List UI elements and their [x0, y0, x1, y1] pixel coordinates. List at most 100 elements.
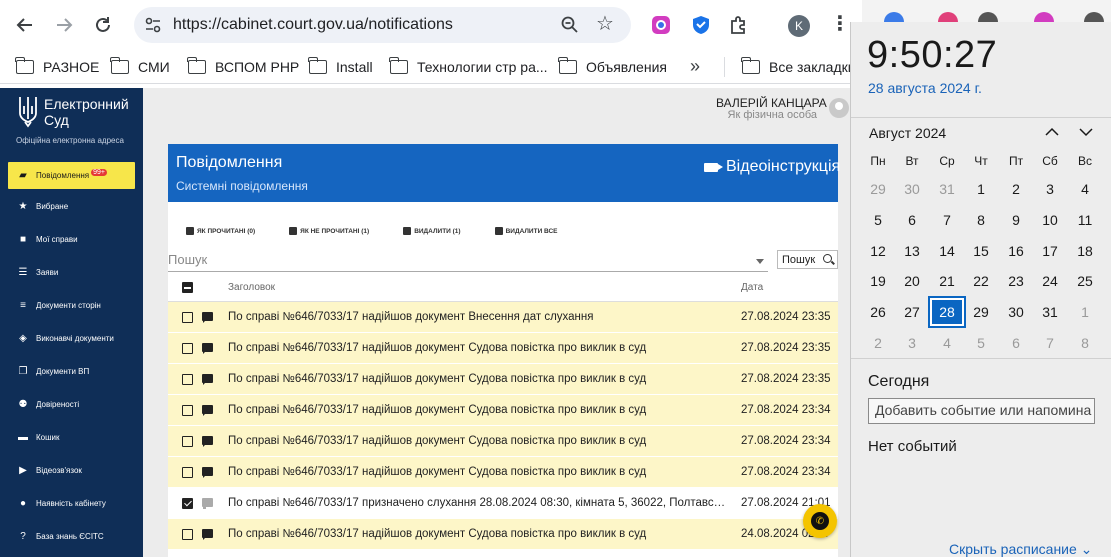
browser-menu-icon[interactable]: ⋮: [830, 12, 850, 36]
calendar-day[interactable]: 1: [1068, 298, 1102, 326]
calendar-day[interactable]: 10: [1033, 206, 1067, 234]
calendar-day[interactable]: 31: [1033, 298, 1067, 326]
chevron-down-icon[interactable]: [1078, 125, 1094, 139]
row-subject[interactable]: По справі №646/7033/17 надійшов документ…: [228, 404, 728, 416]
delete-all-button[interactable]: ВИДАЛИТИ ВСЕ: [494, 227, 558, 235]
calendar-month[interactable]: Август 2024: [869, 125, 946, 141]
calendar-day[interactable]: 2: [999, 175, 1033, 203]
add-event-input[interactable]: Добавить событие или напомина: [868, 398, 1095, 424]
sidebar-item-my-cases[interactable]: ■ Мої справи: [8, 226, 135, 253]
bookmark-folder[interactable]: Технологии стр ра...: [389, 57, 548, 77]
table-row[interactable]: По справі №646/7033/17 надійшов документ…: [168, 364, 838, 395]
sidebar-item-power-of-attorney[interactable]: ⚉ Довіреності: [8, 391, 135, 418]
row-checkbox[interactable]: [182, 343, 193, 354]
forward-icon[interactable]: [49, 10, 79, 40]
sidebar-item-vp-documents[interactable]: ❐ Документи ВП: [8, 358, 135, 385]
calendar-day[interactable]: 29: [964, 298, 998, 326]
row-checkbox[interactable]: [182, 467, 193, 478]
delete-button[interactable]: ВИДАЛИТИ (1): [403, 227, 461, 235]
profile-avatar[interactable]: K: [788, 15, 810, 37]
calendar-day[interactable]: 4: [930, 329, 964, 357]
user-name[interactable]: ВАЛЕРІЙ КАНЦАРА: [716, 96, 827, 110]
calendar-day[interactable]: 9: [999, 206, 1033, 234]
calendar-day[interactable]: 14: [930, 237, 964, 265]
search-button[interactable]: Пошук: [777, 250, 838, 269]
chevron-up-icon[interactable]: [1044, 125, 1060, 139]
clock-date[interactable]: 28 августа 2024 г.: [868, 80, 982, 96]
calendar-day[interactable]: 8: [1068, 329, 1102, 357]
sidebar-item-enforcement-documents[interactable]: ◈ Виконавчі документи: [8, 325, 135, 352]
sidebar-item-trash[interactable]: ▬ Кошик: [8, 424, 135, 451]
all-bookmarks[interactable]: Все закладки: [741, 57, 856, 77]
row-checkbox[interactable]: [182, 529, 193, 540]
reload-icon[interactable]: [88, 10, 118, 40]
taskbar-app-icon[interactable]: [884, 12, 904, 22]
calendar-day[interactable]: 8: [964, 206, 998, 234]
row-checkbox[interactable]: [182, 436, 193, 447]
row-subject[interactable]: По справі №646/7033/17 надійшов документ…: [228, 466, 728, 478]
back-icon[interactable]: [10, 10, 40, 40]
calendar-day[interactable]: 29: [861, 175, 895, 203]
calendar-day[interactable]: 26: [861, 298, 895, 326]
taskbar-app-icon[interactable]: [978, 12, 998, 22]
sidebar-item-party-documents[interactable]: ≡ Документи сторін: [8, 292, 135, 319]
sidebar-item-applications[interactable]: ☰ Заяви: [8, 259, 135, 286]
row-checkbox[interactable]: [182, 498, 193, 509]
dropdown-caret-icon[interactable]: [756, 259, 764, 264]
calendar-day[interactable]: 5: [861, 206, 895, 234]
column-header-date[interactable]: Дата: [741, 282, 763, 293]
calendar-day[interactable]: 12: [861, 237, 895, 265]
calendar-day[interactable]: 20: [895, 267, 929, 295]
sidebar-item-favorites[interactable]: ★ Вибране: [8, 193, 135, 220]
calendar-day[interactable]: 2: [861, 329, 895, 357]
bookmark-folder[interactable]: РАЗНОЕ: [15, 57, 99, 77]
table-row[interactable]: По справі №646/7033/17 надійшов документ…: [168, 519, 838, 550]
sidebar-item-cabinet-presence[interactable]: ● Наявність кабінету: [8, 490, 135, 517]
calendar-day[interactable]: 15: [964, 237, 998, 265]
bookmarks-overflow-icon[interactable]: »: [690, 56, 700, 77]
table-row[interactable]: По справі №646/7033/17 призначено слухан…: [168, 488, 838, 519]
column-header-title[interactable]: Заголовок: [228, 282, 275, 293]
select-all-checkbox[interactable]: [182, 282, 193, 293]
bookmark-folder[interactable]: СМИ: [110, 57, 170, 77]
calendar-day[interactable]: 7: [1033, 329, 1067, 357]
calendar-day[interactable]: 5: [964, 329, 998, 357]
calendar-day[interactable]: 27: [895, 298, 929, 326]
calendar-day[interactable]: 6: [895, 206, 929, 234]
table-row[interactable]: По справі №646/7033/17 надійшов документ…: [168, 395, 838, 426]
calendar-day[interactable]: 23: [999, 267, 1033, 295]
calendar-day[interactable]: 30: [895, 175, 929, 203]
calendar-day[interactable]: 25: [1068, 267, 1102, 295]
row-subject[interactable]: По справі №646/7033/17 надійшов документ…: [228, 342, 728, 354]
bookmark-folder[interactable]: Объявления: [558, 57, 667, 77]
sidebar-item-video-call[interactable]: ▶ Відеозв'язок: [8, 457, 135, 484]
bookmark-folder[interactable]: Install: [308, 57, 373, 77]
row-subject[interactable]: По справі №646/7033/17 надійшов документ…: [228, 435, 728, 447]
extensions-puzzle-icon[interactable]: [728, 14, 750, 36]
row-checkbox[interactable]: [182, 312, 193, 323]
calendar-day[interactable]: 3: [1033, 175, 1067, 203]
table-row[interactable]: По справі №646/7033/17 надійшов документ…: [168, 457, 838, 488]
calendar-day[interactable]: 6: [999, 329, 1033, 357]
calendar-day[interactable]: 13: [895, 237, 929, 265]
address-bar[interactable]: https://cabinet.court.gov.ua/notificatio…: [134, 7, 631, 43]
table-row[interactable]: По справі №646/7033/17 надійшов документ…: [168, 333, 838, 364]
row-checkbox[interactable]: [182, 405, 193, 416]
extension-colorful-icon[interactable]: [650, 14, 672, 36]
calendar-day[interactable]: 18: [1068, 237, 1102, 265]
user-avatar-icon[interactable]: [829, 98, 849, 118]
calendar-day[interactable]: 21: [930, 267, 964, 295]
row-subject[interactable]: По справі №646/7033/17 надійшов документ…: [228, 528, 728, 540]
row-subject[interactable]: По справі №646/7033/17 надійшов документ…: [228, 373, 728, 385]
site-settings-icon[interactable]: [143, 15, 163, 35]
call-button[interactable]: ✆: [803, 504, 837, 538]
calendar-day[interactable]: 3: [895, 329, 929, 357]
mark-unread-button[interactable]: ЯК НЕ ПРОЧИТАНІ (1): [289, 227, 369, 235]
mark-read-button[interactable]: ЯК ПРОЧИТАНІ (0): [186, 227, 255, 235]
calendar-day[interactable]: 4: [1068, 175, 1102, 203]
bookmark-folder[interactable]: ВСПОМ PHP: [187, 57, 299, 77]
site-logo[interactable]: Електронний Суд Офіційна електронна адрес…: [14, 94, 139, 145]
row-subject[interactable]: По справі №646/7033/17 надійшов документ…: [228, 311, 728, 323]
calendar-day[interactable]: 7: [930, 206, 964, 234]
taskbar-app-icon[interactable]: [1084, 12, 1104, 22]
